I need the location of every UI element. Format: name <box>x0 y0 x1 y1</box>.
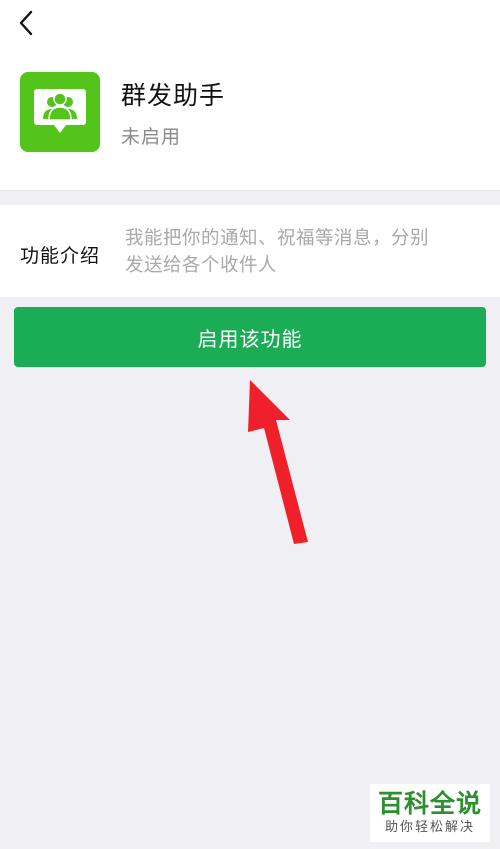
back-button[interactable] <box>12 8 40 38</box>
app-name: 群发助手 <box>121 81 226 110</box>
app-status: 未启用 <box>121 126 182 148</box>
watermark: 百科全说 助你轻松解决 <box>370 784 490 842</box>
red-arrow-annotation <box>248 380 308 544</box>
watermark-title: 百科全说 <box>377 789 482 818</box>
feature-intro-line-2: 发送给各个收件人 <box>125 255 278 276</box>
feature-intro-text: 我能把你的通知、祝福等消息，分别 发送给各个收件人 <box>125 225 480 279</box>
watermark-subtitle: 助你轻松解决 <box>384 820 475 835</box>
feature-intro-line-1: 我能把你的通知、祝福等消息，分别 <box>125 228 430 249</box>
group-broadcast-icon <box>20 72 100 152</box>
chevron-left-icon <box>19 10 33 36</box>
feature-intro-card: 功能介绍 我能把你的通知、祝福等消息，分别 发送给各个收件人 <box>0 205 500 297</box>
feature-intro-label: 功能介绍 <box>20 245 101 267</box>
app-header-card: 群发助手 未启用 <box>0 0 500 191</box>
enable-feature-button[interactable]: 启用该功能 <box>14 307 486 367</box>
